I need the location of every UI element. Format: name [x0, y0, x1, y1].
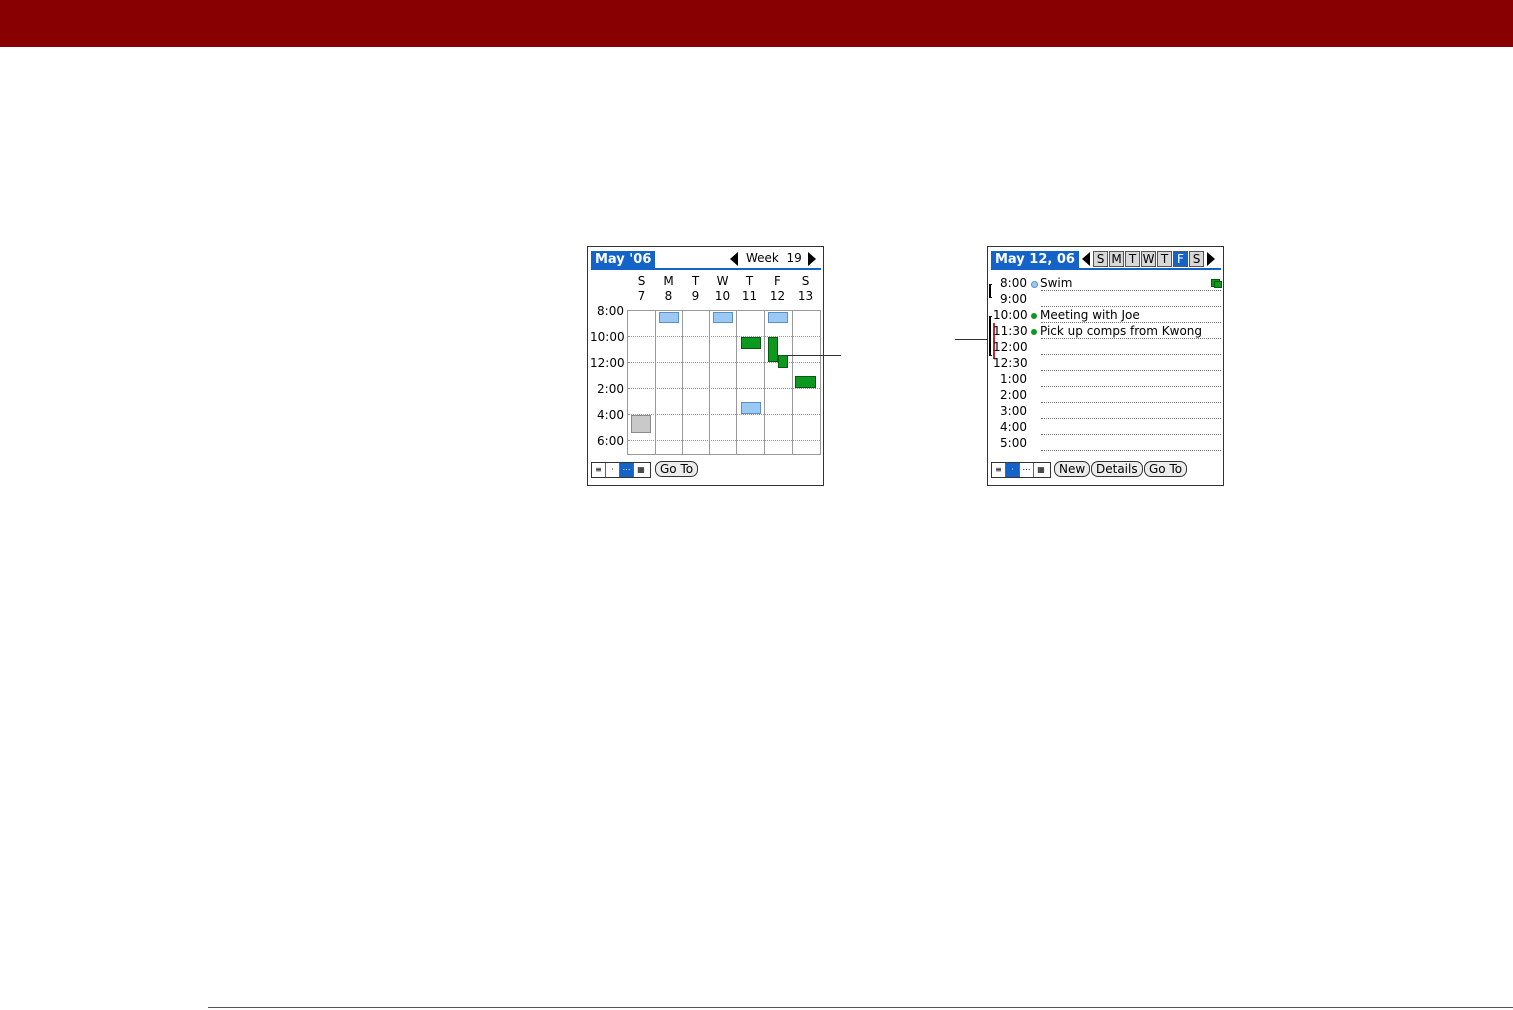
day-select-wed[interactable]: W [1141, 251, 1156, 267]
details-button[interactable]: Details [1091, 461, 1143, 477]
view-selector: ≡ · ⋯ ▦ [591, 462, 651, 478]
week-view-title[interactable]: May '06 [591, 251, 656, 269]
week-view-icon[interactable]: ⋯ [620, 463, 634, 477]
day-select-thu[interactable]: T [1157, 251, 1172, 267]
day-select-fri[interactable]: F [1173, 251, 1188, 267]
header-bar [0, 0, 1513, 47]
event-block[interactable] [741, 402, 761, 414]
event-title[interactable]: Pick up comps from Kwong [1040, 324, 1202, 338]
footer-rule [208, 1007, 1513, 1008]
time-label: 11:30 [993, 324, 1028, 338]
category-dot-icon [1031, 281, 1038, 288]
time-label: 12:00 [993, 340, 1028, 354]
week-label: Week 19 [746, 251, 802, 265]
hour-label: 12:00 [590, 356, 625, 370]
time-label: 10:00 [993, 308, 1028, 322]
day-select-sat[interactable]: S [1189, 251, 1204, 267]
hour-label: 8:00 [597, 304, 624, 318]
hour-label: 10:00 [590, 330, 625, 344]
category-dot-icon [1031, 329, 1037, 335]
event-block[interactable] [631, 415, 651, 433]
overlap-bracket [989, 284, 992, 298]
event-title[interactable]: Swim [1040, 276, 1072, 290]
hour-label: 2:00 [597, 382, 624, 396]
time-label: 3:00 [1000, 404, 1027, 418]
event-block[interactable] [741, 337, 761, 349]
day-header-wed[interactable]: W 10 [709, 274, 736, 304]
time-label: 9:00 [1000, 292, 1027, 306]
hour-label: 4:00 [597, 408, 624, 422]
time-label: 4:00 [1000, 420, 1027, 434]
event-block[interactable] [713, 312, 733, 323]
next-week-arrow-icon[interactable] [808, 252, 816, 266]
event-block[interactable] [659, 312, 679, 323]
day-header-thu[interactable]: T 11 [736, 274, 763, 304]
day-view-title[interactable]: May 12, 06 [991, 251, 1079, 269]
month-view-icon[interactable]: ▦ [634, 463, 648, 477]
prev-week-arrow-icon[interactable] [730, 252, 738, 266]
time-label: 8:00 [1000, 276, 1027, 290]
week-view-screen: May '06 Week 19 S7 M8 T9 W 10 T 11 F 12 S 13… [587, 246, 824, 486]
day-header-fri[interactable]: F 12 [764, 274, 791, 304]
day-view-screen: May 12, 06 S M T W T F S 8:00 9:00 10:00… [987, 246, 1224, 486]
day-header-tue[interactable]: T9 [682, 274, 709, 304]
callout-line [786, 355, 841, 356]
agenda-view-icon[interactable]: ≡ [992, 463, 1006, 477]
event-block[interactable] [795, 376, 816, 388]
prev-day-arrow-icon[interactable] [1082, 252, 1090, 266]
agenda-view-icon[interactable]: ≡ [592, 463, 606, 477]
week-view-icon[interactable]: ⋯ [1020, 463, 1034, 477]
day-header-mon[interactable]: M8 [655, 274, 682, 304]
time-label: 1:00 [1000, 372, 1027, 386]
day-select-tue[interactable]: T [1125, 251, 1140, 267]
event-block[interactable] [768, 312, 788, 323]
day-view-icon[interactable]: · [1006, 463, 1020, 477]
event-title[interactable]: Meeting with Joe [1040, 308, 1140, 322]
next-day-arrow-icon[interactable] [1207, 252, 1215, 266]
week-grid[interactable] [627, 310, 821, 455]
day-header-sun[interactable]: S7 [628, 274, 655, 304]
go-to-button[interactable]: Go To [655, 461, 699, 477]
hour-label: 6:00 [597, 434, 624, 448]
category-dot-icon [1031, 313, 1037, 319]
title-underline [991, 268, 1221, 270]
new-button[interactable]: New [1054, 461, 1091, 477]
event-block[interactable] [778, 355, 788, 368]
day-view-icon[interactable]: · [606, 463, 620, 477]
time-label: 12:30 [993, 356, 1028, 370]
overlap-bracket [989, 316, 992, 356]
month-view-icon[interactable]: ▦ [1034, 463, 1048, 477]
day-select-mon[interactable]: M [1109, 251, 1124, 267]
view-selector: ≡ · ⋯ ▦ [991, 462, 1051, 478]
title-underline [591, 268, 821, 270]
event-block[interactable] [768, 337, 778, 362]
note-icon[interactable] [1211, 279, 1222, 288]
day-select-sun[interactable]: S [1093, 251, 1108, 267]
day-header-sat[interactable]: S 13 [792, 274, 819, 304]
time-label: 5:00 [1000, 436, 1027, 450]
time-label: 2:00 [1000, 388, 1027, 402]
go-to-button[interactable]: Go To [1144, 461, 1188, 477]
